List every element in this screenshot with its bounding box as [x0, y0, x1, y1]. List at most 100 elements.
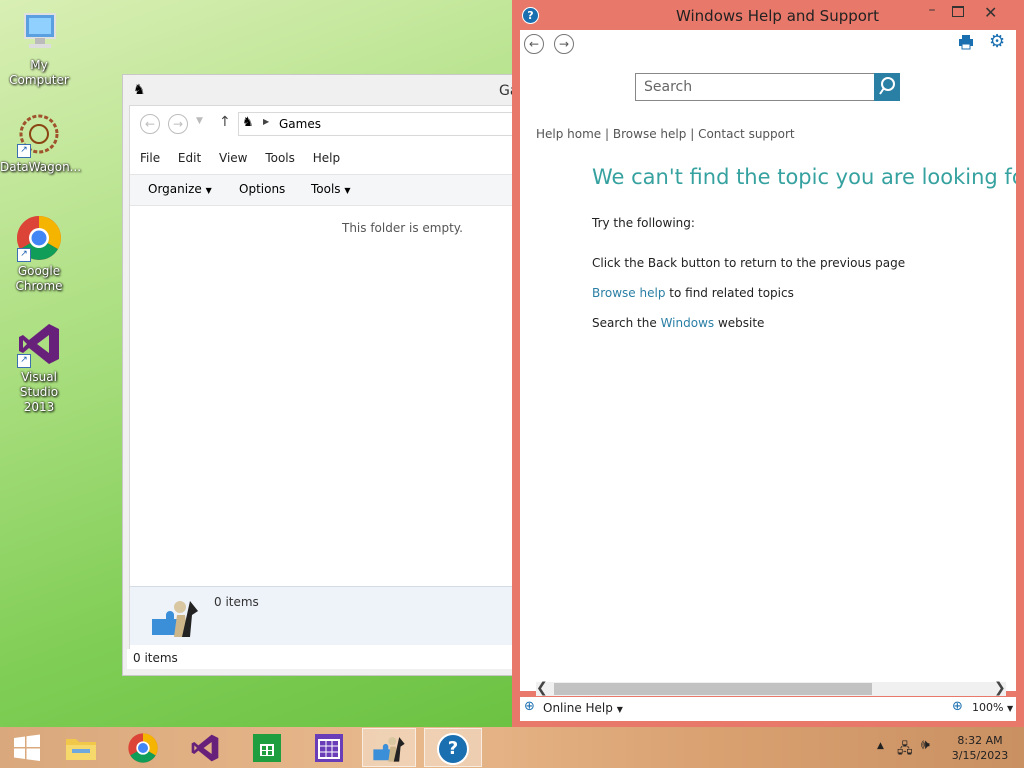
- volume-icon[interactable]: 🕪: [921, 737, 930, 753]
- desktop-icon-visual-studio[interactable]: ↗ Visual Studio 2013: [0, 320, 78, 415]
- status-bar: 0 items: [127, 649, 515, 669]
- settings-gear-icon[interactable]: ⚙: [989, 31, 1005, 52]
- forward-arrow-icon[interactable]: →: [554, 34, 574, 54]
- taskbar-store[interactable]: [240, 728, 294, 767]
- horizontal-scrollbar[interactable]: ❮ ❯: [536, 680, 1006, 696]
- suggestion-website: Search the Windows website: [592, 316, 764, 330]
- taskbar-help[interactable]: ?: [424, 728, 482, 767]
- visual-studio-icon: ↗: [15, 320, 63, 368]
- help-window: ? Windows Help and Support – ✕ ← → ⚙ Sea…: [512, 0, 1024, 727]
- scroll-left-arrow-icon[interactable]: ❮: [536, 680, 548, 696]
- store-icon: [253, 734, 281, 762]
- desktop-icon-label: My Computer: [9, 58, 69, 87]
- zoom-dropdown[interactable]: 100% ▼: [972, 701, 1013, 714]
- zoom-icon: ⊕: [952, 699, 963, 714]
- minimize-icon[interactable]: –: [922, 2, 942, 18]
- suggestion-website-pre: Search the: [592, 316, 661, 330]
- address-path: Games: [279, 117, 321, 131]
- chrome-icon: ↗: [15, 214, 63, 262]
- navigation-bar: ← → ▼ ↑ ♞ ▶ Games: [130, 106, 520, 142]
- organize-button[interactable]: Organize ▼: [148, 182, 212, 196]
- windows-logo-icon: [14, 734, 40, 761]
- status-count: 0 items: [133, 651, 178, 665]
- network-icon[interactable]: 🖧: [897, 738, 913, 762]
- computer-icon: [15, 8, 63, 56]
- help-title: Windows Help and Support: [676, 7, 879, 25]
- shortcut-arrow-icon: ↗: [17, 144, 31, 158]
- menu-edit[interactable]: Edit: [178, 151, 201, 165]
- desktop-icon-label: Google Chrome: [15, 264, 63, 293]
- tools-button[interactable]: Tools ▼: [311, 182, 351, 196]
- options-button[interactable]: Options: [239, 182, 285, 196]
- calendar-icon: [315, 734, 343, 762]
- online-help-dropdown[interactable]: Online Help ▼: [543, 701, 623, 715]
- error-heading: We can't find the topic you are looking …: [592, 165, 1016, 189]
- browse-help-link[interactable]: Browse help: [592, 286, 665, 300]
- up-arrow-icon[interactable]: ↑: [219, 114, 231, 130]
- games-chess-icon: [373, 737, 405, 762]
- folder-icon: [66, 739, 96, 760]
- organize-label: Organize: [148, 182, 202, 196]
- visual-studio-icon: [191, 734, 219, 762]
- search-input[interactable]: Search: [644, 79, 692, 95]
- breadcrumb-chevron-icon: ▶: [263, 117, 270, 126]
- dropdown-arrow-icon: ▼: [1006, 704, 1014, 713]
- menu-bar: File Edit View Tools Help: [140, 151, 354, 165]
- help-nav-links: Help home | Browse help | Contact suppor…: [536, 127, 795, 141]
- taskbar: ? ▲ 🖧 🕪 8:32 AM 3/15/2023: [0, 727, 1024, 768]
- back-arrow-icon[interactable]: ←: [140, 114, 160, 134]
- nav-separator: |: [605, 127, 610, 141]
- taskbar-chrome[interactable]: [116, 728, 170, 767]
- shortcut-arrow-icon: ↗: [17, 354, 31, 368]
- show-hidden-icons-icon[interactable]: ▲: [877, 741, 884, 751]
- menu-help[interactable]: Help: [313, 151, 340, 165]
- taskbar-file-explorer[interactable]: [54, 728, 108, 767]
- recent-dropdown-icon[interactable]: ▼: [196, 116, 203, 126]
- menu-tools[interactable]: Tools: [265, 151, 295, 165]
- menu-file[interactable]: File: [140, 151, 160, 165]
- desktop-icon-label: Visual Studio 2013: [19, 370, 59, 414]
- help-titlebar[interactable]: ? Windows Help and Support – ✕: [512, 0, 1024, 30]
- browse-help-link[interactable]: Browse help: [613, 127, 686, 141]
- games-chess-icon: [150, 595, 200, 642]
- search-button[interactable]: [874, 73, 900, 101]
- scrollbar-thumb[interactable]: [554, 683, 872, 695]
- chrome-icon: [128, 733, 158, 763]
- forward-arrow-icon[interactable]: →: [168, 114, 188, 134]
- desktop-icon-chrome[interactable]: ↗ Google Chrome: [0, 214, 78, 294]
- start-button[interactable]: [0, 728, 54, 767]
- details-pane: 0 items: [130, 586, 516, 645]
- help-content: ← → ⚙ Search Help home | Browse help | C…: [520, 30, 1016, 696]
- taskbar-calendar-app[interactable]: [302, 728, 356, 767]
- desktop-icon-datawagon[interactable]: ↗ DataWagon...: [0, 110, 82, 175]
- explorer-titlebar[interactable]: ♞ Ga: [123, 75, 518, 105]
- details-count: 0 items: [214, 595, 259, 609]
- suggestion-website-post: website: [714, 316, 765, 330]
- taskbar-visual-studio[interactable]: [178, 728, 232, 767]
- clock[interactable]: 8:32 AM 3/15/2023: [948, 733, 1012, 763]
- address-bar[interactable]: ♞ ▶ Games: [238, 112, 520, 136]
- explorer-body: ← → ▼ ↑ ♞ ▶ Games File Edit View Tools H…: [129, 105, 520, 669]
- menu-view[interactable]: View: [219, 151, 247, 165]
- help-home-link[interactable]: Help home: [536, 127, 601, 141]
- shortcut-arrow-icon: ↗: [17, 248, 31, 262]
- nav-separator: |: [690, 127, 695, 141]
- suggestion-browse: Browse help to find related topics: [592, 286, 794, 300]
- back-arrow-icon[interactable]: ←: [524, 34, 544, 54]
- print-icon[interactable]: [958, 34, 974, 53]
- scroll-right-arrow-icon[interactable]: ❯: [994, 680, 1006, 696]
- dropdown-arrow-icon: ▼: [344, 186, 351, 195]
- search-box[interactable]: Search: [635, 73, 875, 101]
- tools-label: Tools: [311, 182, 341, 196]
- help-question-icon: ?: [522, 7, 539, 24]
- contact-support-link[interactable]: Contact support: [698, 127, 795, 141]
- dropdown-arrow-icon: ▼: [205, 186, 212, 195]
- close-icon[interactable]: ✕: [984, 3, 997, 22]
- games-folder-icon: ♞: [242, 115, 254, 130]
- taskbar-games[interactable]: [362, 728, 416, 767]
- help-question-icon: ?: [437, 733, 469, 765]
- desktop-icon-label: DataWagon...: [0, 160, 82, 174]
- maximize-icon[interactable]: [952, 6, 964, 17]
- desktop-icon-my-computer[interactable]: My Computer: [0, 8, 78, 88]
- windows-website-link[interactable]: Windows: [661, 316, 715, 330]
